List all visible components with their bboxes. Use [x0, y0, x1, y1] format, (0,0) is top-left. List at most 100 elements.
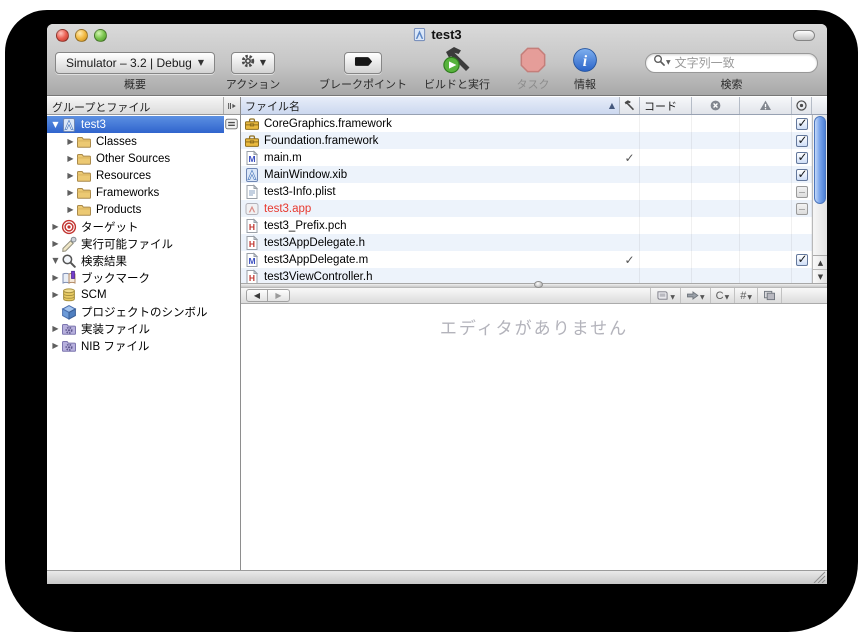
sidebar-item-folder-4[interactable]: ▶Frameworks — [47, 184, 240, 201]
splitter-dimple[interactable] — [534, 281, 543, 288]
plist-icon — [244, 184, 260, 200]
row-menu-badge-icon[interactable] — [225, 118, 238, 130]
target-membership-checkbox[interactable] — [796, 118, 808, 130]
sidebar-item-executable-7[interactable]: ▶実行可能ファイル — [47, 235, 240, 252]
search-field[interactable]: ▼ — [645, 53, 818, 73]
counterpart-button[interactable] — [757, 288, 781, 303]
sidebar-item-smart-group-13[interactable]: ▶NIB ファイル — [47, 337, 240, 354]
forward-button[interactable]: ▶ — [268, 289, 290, 302]
disclosure-triangle-icon[interactable]: ▼ — [50, 256, 61, 265]
table-row[interactable]: Foundation.framework — [241, 132, 812, 149]
split-toggle-icon — [226, 101, 238, 111]
disclosure-triangle-icon[interactable]: ▶ — [50, 324, 61, 333]
find-results-icon — [61, 253, 77, 269]
overview-popup-button[interactable]: Simulator – 3.2 | Debug ▼ — [55, 52, 215, 74]
target-membership-checkbox[interactable] — [796, 203, 808, 215]
disclosure-triangle-icon[interactable]: ▶ — [65, 205, 76, 214]
file-name-cell[interactable]: test3-Info.plist — [241, 183, 620, 200]
scm-icon — [61, 287, 77, 303]
disclosure-triangle-icon[interactable]: ▼ — [50, 120, 61, 129]
sidebar-item-scm-10[interactable]: ▶SCM — [47, 286, 240, 303]
table-row[interactable]: Htest3_Prefix.pch — [241, 217, 812, 234]
disclosure-triangle-icon[interactable]: ▶ — [50, 290, 61, 299]
table-row[interactable]: Htest3ViewController.h — [241, 268, 812, 283]
column-header-code[interactable]: コード — [640, 97, 692, 114]
errors-cell — [692, 268, 740, 283]
table-row[interactable]: test3-Info.plist — [241, 183, 812, 200]
scroll-up-arrow[interactable]: ▲ — [813, 256, 827, 269]
sidebar-item-folder-5[interactable]: ▶Products — [47, 201, 240, 218]
sidebar-item-xcode-project-0[interactable]: ▼test3 — [47, 116, 240, 133]
table-row[interactable]: Mtest3AppDelegate.m✓ — [241, 251, 812, 268]
editor-area[interactable]: エディタがありません — [241, 304, 827, 570]
file-name: CoreGraphics.framework — [264, 118, 392, 130]
column-header-filename[interactable]: ファイル名 ▲ — [241, 97, 620, 114]
class-popup[interactable]: C ▼ — [710, 288, 735, 303]
bookmark-popup-icon — [656, 290, 669, 301]
disclosure-triangle-icon[interactable]: ▶ — [50, 273, 61, 282]
sidebar-item-smart-group-12[interactable]: ▶実装ファイル — [47, 320, 240, 337]
sidebar-item-folder-2[interactable]: ▶Other Sources — [47, 150, 240, 167]
resize-grip[interactable] — [813, 571, 826, 583]
file-name: test3-Info.plist — [264, 186, 336, 198]
target-membership-checkbox[interactable] — [796, 186, 808, 198]
table-row[interactable]: CoreGraphics.framework — [241, 115, 812, 132]
file-name-cell[interactable]: Foundation.framework — [241, 132, 620, 149]
table-row[interactable]: Htest3AppDelegate.h — [241, 234, 812, 251]
info-icon[interactable]: i — [572, 47, 598, 78]
file-name-cell[interactable]: CoreGraphics.framework — [241, 115, 620, 132]
disclosure-triangle-icon[interactable]: ▶ — [65, 188, 76, 197]
disclosure-triangle-icon[interactable]: ▶ — [65, 154, 76, 163]
search-scope-chevron-icon[interactable]: ▼ — [666, 59, 671, 66]
app-icon — [244, 201, 260, 217]
sidebar-item-folder-1[interactable]: ▶ Classes — [47, 133, 240, 150]
disclosure-triangle-icon[interactable]: ▶ — [65, 137, 76, 146]
line-number-popup[interactable]: # ▼ — [734, 288, 757, 303]
build-and-go-icon[interactable] — [440, 45, 474, 79]
back-button[interactable]: ◀ — [246, 289, 268, 302]
breakpoints-button[interactable] — [344, 52, 382, 74]
column-header-errors[interactable] — [692, 97, 740, 114]
target-membership-checkbox[interactable] — [796, 152, 808, 164]
file-name-cell[interactable]: MainWindow.xib — [241, 166, 620, 183]
sidebar-item-folder-3[interactable]: ▶Resources — [47, 167, 240, 184]
pending-edits-popup[interactable]: ▼ — [680, 288, 710, 303]
table-row[interactable]: MainWindow.xib — [241, 166, 812, 183]
sidebar-item-label: Classes — [96, 136, 137, 148]
target-membership-checkbox[interactable] — [796, 169, 808, 181]
sidebar-item-find-results-8[interactable]: ▼検索結果 — [47, 252, 240, 269]
sidebar-item-project-symbols-11[interactable]: プロジェクトのシンボル — [47, 303, 240, 320]
search-input[interactable] — [675, 56, 827, 70]
target-membership-checkbox[interactable] — [796, 135, 808, 147]
file-name-cell[interactable]: test3.app — [241, 200, 620, 217]
column-header-warnings[interactable] — [740, 97, 792, 114]
sidebar-split-toggle[interactable] — [223, 97, 240, 114]
disclosure-triangle-icon[interactable]: ▶ — [50, 239, 61, 248]
table-row[interactable]: Mmain.m✓ — [241, 149, 812, 166]
search-icon[interactable] — [653, 54, 666, 72]
file-name-cell[interactable]: Htest3AppDelegate.h — [241, 234, 620, 251]
sidebar-item-bookmarks-9[interactable]: ▶ブックマーク — [47, 269, 240, 286]
table-row[interactable]: test3.app — [241, 200, 812, 217]
target-membership-checkbox[interactable] — [796, 254, 808, 266]
vertical-scrollbar[interactable]: ▲ ▼ — [812, 115, 827, 283]
overview-popup-value: Simulator – 3.2 | Debug — [66, 56, 192, 70]
scrollbar-thumb[interactable] — [814, 116, 826, 204]
titlebar[interactable]: test3 — [47, 24, 827, 46]
horizontal-splitter[interactable] — [241, 283, 827, 287]
sidebar-item-target-6[interactable]: ▶ターゲット — [47, 218, 240, 235]
file-name-cell[interactable]: Htest3_Prefix.pch — [241, 217, 620, 234]
bookmarks-popup[interactable]: ▼ — [650, 288, 680, 303]
file-name-cell[interactable]: Mmain.m — [241, 149, 620, 166]
action-button[interactable]: ▼ — [231, 52, 275, 74]
column-header-compiled[interactable] — [620, 97, 640, 114]
toolbar-toggle-capsule[interactable] — [793, 30, 815, 41]
column-header-target[interactable] — [792, 97, 812, 114]
disclosure-triangle-icon[interactable]: ▶ — [65, 171, 76, 180]
disclosure-triangle-icon[interactable]: ▶ — [50, 341, 61, 350]
scroll-down-arrow[interactable]: ▼ — [813, 269, 827, 283]
warnings-cell — [740, 251, 792, 268]
file-name-cell[interactable]: Htest3ViewController.h — [241, 268, 620, 283]
disclosure-triangle-icon[interactable]: ▶ — [50, 222, 61, 231]
file-name-cell[interactable]: Mtest3AppDelegate.m — [241, 251, 620, 268]
